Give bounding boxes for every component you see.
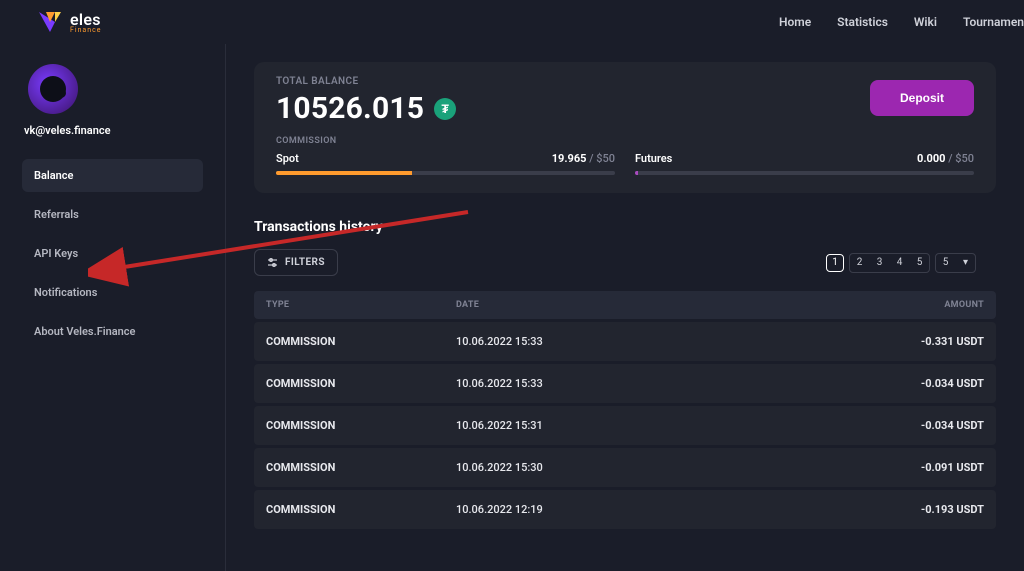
balance-label: TOTAL BALANCE [276, 76, 456, 87]
cell-type: COMMISSION [254, 364, 444, 403]
commission-spot-value: 19.965 [552, 152, 587, 165]
cell-type: COMMISSION [254, 322, 444, 361]
logo-icon [36, 8, 64, 36]
main-content: TOTAL BALANCE 10526.015 ₮ Deposit COMMIS… [226, 44, 1024, 571]
commission-futures-max: / $50 [948, 152, 974, 165]
pagination: 1 2 3 4 5 5 ▾ [826, 253, 976, 273]
sliders-icon [267, 257, 278, 268]
table-row: COMMISSION 10.06.2022 12:19 -0.193 USDT [254, 490, 996, 529]
page-2[interactable]: 2 [851, 255, 868, 271]
cell-date: 10.06.2022 15:33 [444, 364, 694, 403]
tether-icon: ₮ [434, 98, 456, 120]
page-4[interactable]: 4 [891, 255, 908, 271]
nav-home[interactable]: Home [779, 15, 811, 29]
nav-tournament[interactable]: Tournamen [963, 15, 1024, 29]
table-row: COMMISSION 10.06.2022 15:33 -0.034 USDT [254, 364, 996, 403]
avatar[interactable] [28, 64, 78, 114]
col-header-type: TYPE [254, 291, 444, 319]
transactions-title: Transactions history [254, 219, 996, 235]
col-header-date: DATE [444, 291, 694, 319]
cell-amount: -0.193 USDT [694, 490, 996, 529]
balance-card: TOTAL BALANCE 10526.015 ₮ Deposit COMMIS… [254, 62, 996, 193]
commission-spot-max: / $50 [589, 152, 615, 165]
sidebar-item-api-keys[interactable]: API Keys [22, 237, 203, 270]
top-header: eles Finance Home Statistics Wiki Tourna… [0, 0, 1024, 44]
page-5[interactable]: 5 [911, 255, 928, 271]
page-dropdown[interactable]: ▾ [957, 255, 974, 271]
cell-amount: -0.091 USDT [694, 448, 996, 487]
sidebar: vk@veles.finance Balance Referrals API K… [0, 44, 226, 571]
col-header-amount: AMOUNT [694, 291, 996, 319]
cell-type: COMMISSION [254, 406, 444, 445]
table-row: COMMISSION 10.06.2022 15:33 -0.331 USDT [254, 322, 996, 361]
filters-button[interactable]: FILTERS [254, 249, 338, 276]
sidebar-item-about[interactable]: About Veles.Finance [22, 315, 203, 348]
page-1[interactable]: 1 [826, 254, 844, 272]
logo[interactable]: eles Finance [36, 8, 102, 36]
commission-spot: Spot 19.965 / $50 [276, 152, 615, 175]
commission-futures: Futures 0.000 / $50 [635, 152, 974, 175]
sidebar-item-balance[interactable]: Balance [22, 159, 203, 192]
cell-amount: -0.034 USDT [694, 406, 996, 445]
commission-label: COMMISSION [276, 136, 974, 146]
commission-futures-value: 0.000 [917, 152, 945, 165]
table-row: COMMISSION 10.06.2022 15:31 -0.034 USDT [254, 406, 996, 445]
table-row: COMMISSION 10.06.2022 15:30 -0.091 USDT [254, 448, 996, 487]
cell-date: 10.06.2022 15:31 [444, 406, 694, 445]
commission-futures-name: Futures [635, 152, 672, 165]
balance-value: 10526.015 [276, 91, 424, 126]
cell-type: COMMISSION [254, 448, 444, 487]
commission-spot-name: Spot [276, 152, 299, 165]
sidebar-item-referrals[interactable]: Referrals [22, 198, 203, 231]
user-email: vk@veles.finance [24, 124, 111, 137]
cell-type: COMMISSION [254, 490, 444, 529]
nav-statistics[interactable]: Statistics [837, 15, 888, 29]
chevron-down-icon: ▾ [963, 257, 968, 268]
cell-date: 10.06.2022 15:30 [444, 448, 694, 487]
cell-amount: -0.331 USDT [694, 322, 996, 361]
top-nav: Home Statistics Wiki Tournamen [779, 15, 1024, 29]
transactions-table: TYPE DATE AMOUNT COMMISSION 10.06.2022 1… [254, 288, 996, 532]
filters-label: FILTERS [285, 257, 325, 268]
brand-sub: Finance [70, 26, 102, 34]
cell-amount: -0.034 USDT [694, 364, 996, 403]
sidebar-item-notifications[interactable]: Notifications [22, 276, 203, 309]
cell-date: 10.06.2022 15:33 [444, 322, 694, 361]
page-3[interactable]: 3 [871, 255, 888, 271]
nav-wiki[interactable]: Wiki [914, 15, 937, 29]
page-more[interactable]: 5 [937, 255, 954, 271]
table-header-row: TYPE DATE AMOUNT [254, 291, 996, 319]
cell-date: 10.06.2022 12:19 [444, 490, 694, 529]
deposit-button[interactable]: Deposit [870, 80, 974, 116]
side-menu: Balance Referrals API Keys Notifications… [22, 159, 203, 354]
